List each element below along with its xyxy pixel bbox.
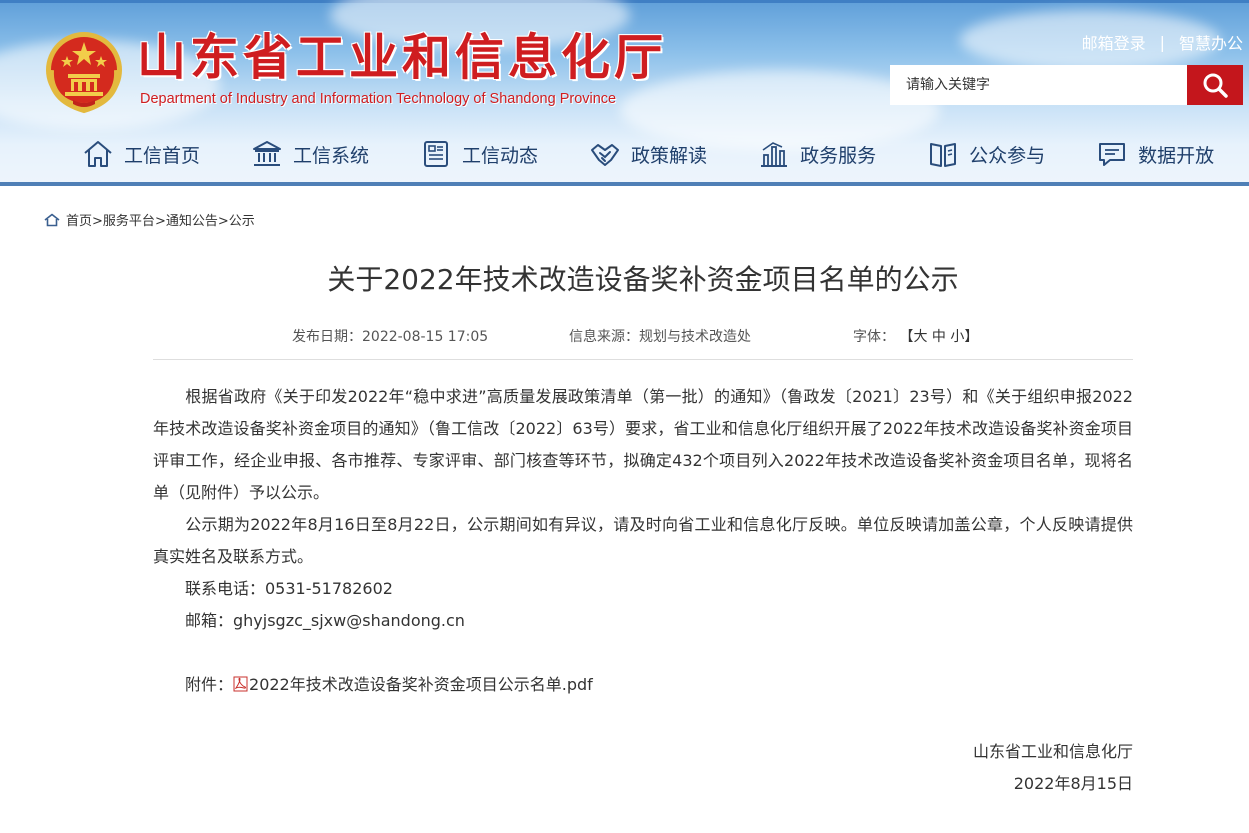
pdf-icon bbox=[233, 676, 248, 692]
attachment-filename: 2022年技术改造设备奖补资金项目公示名单.pdf bbox=[249, 675, 593, 694]
article-title: 关于2022年技术改造设备奖补资金项目名单的公示 bbox=[327, 263, 959, 296]
attachment-label: 附件： bbox=[185, 675, 234, 694]
search-button[interactable] bbox=[1187, 65, 1243, 105]
attachment: 附件： 2022年技术改造设备奖补资金项目公示名单.pdf bbox=[185, 669, 593, 701]
nav-label: 工信系统 bbox=[293, 144, 370, 167]
header-top-stripe bbox=[0, 0, 1249, 3]
search-icon bbox=[1203, 73, 1228, 98]
breadcrumb-publicity[interactable]: 公示 bbox=[229, 214, 255, 229]
handshake-icon bbox=[591, 144, 620, 166]
nav-label: 公众参与 bbox=[969, 144, 1046, 167]
top-links: 邮箱登录 | 智慧办公 bbox=[1082, 30, 1243, 54]
breadcrumb-separator: > bbox=[154, 214, 166, 229]
font-size-medium[interactable]: 中 bbox=[932, 329, 946, 345]
top-links-separator: | bbox=[1159, 32, 1165, 52]
contact-email: 邮箱：ghyjsgzc_sjxw@shandong.cn bbox=[185, 611, 465, 630]
publish-date-label: 发布日期： bbox=[292, 329, 362, 345]
publish-date-value: 2022-08-15 17:05 bbox=[362, 329, 489, 345]
paragraph-text: 公示期为2022年8月16日至8月22日，公示期间如有异议，请及时向省工业和信息… bbox=[153, 515, 1133, 566]
nav-label: 政策解读 bbox=[631, 144, 708, 167]
bar-chart-icon bbox=[761, 142, 788, 167]
smart-office-link[interactable]: 智慧办公 bbox=[1179, 30, 1243, 54]
header-bottom-bar bbox=[0, 182, 1249, 186]
home-icon bbox=[44, 213, 60, 226]
nav-item-open-data[interactable]: 数据开放 bbox=[1096, 138, 1214, 170]
signature-org: 山东省工业和信息化厅 bbox=[972, 742, 1133, 761]
nav-item-news[interactable]: 工信动态 bbox=[420, 138, 538, 170]
nav-item-system[interactable]: 工信系统 bbox=[251, 138, 369, 170]
breadcrumb-separator: > bbox=[92, 214, 103, 229]
info-source-value: 规划与技术改造处 bbox=[639, 329, 751, 345]
search-input[interactable] bbox=[890, 65, 1187, 105]
paragraph-text: 根据省政府《关于印发2022年“稳中求进”高质量发展政策清单（第一批）的通知》（… bbox=[153, 387, 1133, 502]
info-source: 信息来源：规划与技术改造处 bbox=[569, 326, 751, 346]
breadcrumb-service-platform[interactable]: 服务平台 bbox=[103, 214, 155, 229]
nav-label: 数据开放 bbox=[1138, 144, 1215, 167]
nav-item-home[interactable]: 工信首页 bbox=[82, 138, 200, 170]
nav-item-participation[interactable]: 公众参与 bbox=[927, 138, 1045, 170]
publish-date: 发布日期：2022-08-15 17:05 bbox=[292, 326, 488, 346]
font-bracket-close: 】 bbox=[964, 329, 979, 345]
nav-label: 政务服务 bbox=[800, 144, 877, 167]
attachment-link[interactable]: 2022年技术改造设备奖补资金项目公示名单.pdf bbox=[233, 675, 593, 694]
national-emblem-logo[interactable] bbox=[43, 30, 125, 114]
site-title: 山东省工业和信息化厅 bbox=[137, 28, 668, 86]
main-nav: 工信首页 工信系统 工信动态 政策解读 政务服务 公众参与 数据开放 bbox=[82, 137, 1214, 171]
mail-login-link[interactable]: 邮箱登录 bbox=[1082, 30, 1146, 54]
chat-icon bbox=[1099, 143, 1126, 166]
font-size-selector: 字体： 【大 中 小】 bbox=[853, 326, 978, 346]
site-header: 山东省工业和信息化厅 Department of Industry and In… bbox=[0, 0, 1249, 186]
nav-item-services[interactable]: 政务服务 bbox=[758, 138, 876, 170]
nav-label: 工信首页 bbox=[124, 144, 201, 167]
site-subtitle: Department of Industry and Information T… bbox=[140, 91, 617, 107]
breadcrumb: 首页>服务平台>通知公告>公示 bbox=[44, 210, 255, 229]
article-paragraph: 根据省政府《关于印发2022年“稳中求进”高质量发展政策清单（第一批）的通知》（… bbox=[153, 381, 1133, 509]
nav-label: 工信动态 bbox=[462, 144, 539, 167]
meta-divider bbox=[153, 359, 1133, 360]
breadcrumb-home[interactable]: 首页 bbox=[66, 214, 92, 229]
search-bar bbox=[890, 65, 1243, 105]
article-paragraph: 公示期为2022年8月16日至8月22日，公示期间如有异议，请及时向省工业和信息… bbox=[153, 509, 1133, 573]
font-size-small[interactable]: 小 bbox=[950, 329, 964, 345]
document-icon bbox=[424, 141, 449, 167]
info-source-label: 信息来源： bbox=[569, 329, 639, 345]
font-size-large[interactable]: 大 bbox=[913, 329, 927, 345]
contact-phone: 联系电话：0531-51782602 bbox=[185, 579, 393, 598]
building-icon bbox=[253, 141, 282, 166]
font-size-label: 字体： bbox=[853, 329, 895, 345]
signature-date: 2022年8月15日 bbox=[1013, 774, 1133, 793]
breadcrumb-separator: > bbox=[217, 214, 229, 229]
nav-item-policy[interactable]: 政策解读 bbox=[589, 138, 707, 170]
font-bracket-open: 【 bbox=[899, 329, 914, 345]
breadcrumb-notices[interactable]: 通知公告 bbox=[166, 214, 218, 229]
book-icon bbox=[930, 143, 957, 167]
home-icon bbox=[84, 141, 112, 167]
